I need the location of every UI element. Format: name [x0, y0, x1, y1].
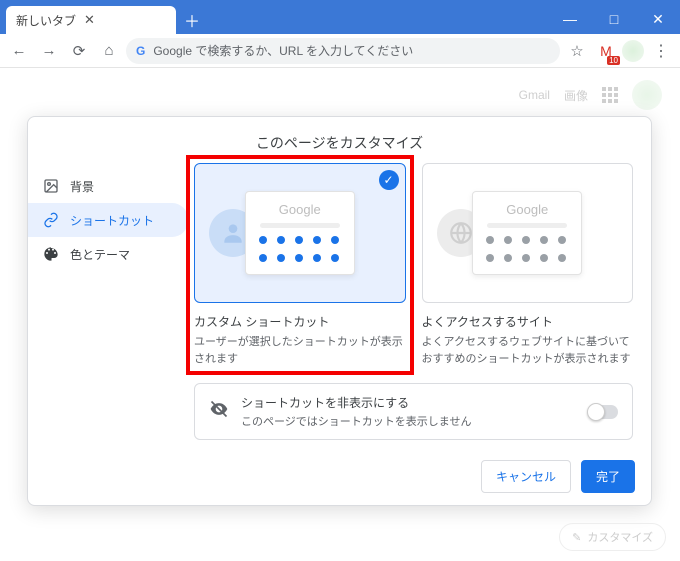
card-most-preview: Google — [422, 163, 634, 303]
card-custom-preview: ✓ Google — [194, 163, 406, 303]
apps-grid-icon[interactable] — [602, 87, 618, 103]
google-logo: Google — [254, 202, 346, 217]
browser-toolbar: ← → ⟳ ⌂ G Google で検索するか、URL を入力してください ☆ … — [0, 34, 680, 68]
hide-shortcuts-toggle[interactable] — [588, 405, 618, 419]
cancel-button[interactable]: キャンセル — [481, 460, 571, 493]
home-button[interactable]: ⌂ — [96, 38, 122, 64]
maximize-button[interactable]: □ — [592, 4, 636, 34]
close-window-button[interactable]: ✕ — [636, 4, 680, 34]
reload-button[interactable]: ⟳ — [66, 38, 92, 64]
mini-searchbar-grey — [487, 223, 567, 228]
sidebar-label-background: 背景 — [70, 178, 94, 195]
dialog-content: ✓ Google — [188, 163, 651, 448]
dialog-sidebar: 背景 ショートカット 色とテーマ — [28, 163, 188, 448]
card-custom-title: カスタム ショートカット — [194, 313, 406, 330]
card-most-title: よくアクセスするサイト — [422, 313, 634, 330]
omnibox-placeholder: Google で検索するか、URL を入力してください — [153, 42, 413, 59]
sidebar-item-shortcuts[interactable]: ショートカット — [28, 203, 188, 237]
bookmark-star-icon[interactable]: ☆ — [564, 38, 590, 64]
card-most-visited[interactable]: Google よくアクセスするサイト よくアクセスするウェブサイトに基づいておす… — [422, 163, 634, 367]
customize-fab-label: カスタマイズ — [587, 529, 653, 545]
mini-dots-grey — [481, 236, 573, 264]
google-logo-grey: Google — [481, 202, 573, 217]
new-tab-page: Gmail 画像 このページをカスタマイズ 背景 ショートカッ — [0, 68, 680, 561]
eye-off-icon — [209, 399, 229, 424]
close-tab-icon[interactable]: ✕ — [84, 12, 95, 28]
selected-check-icon: ✓ — [379, 170, 399, 190]
link-icon — [42, 211, 60, 229]
gmail-badge-count: 10 — [607, 56, 620, 65]
done-button[interactable]: 完了 — [581, 460, 635, 493]
minimize-button[interactable]: ― — [548, 4, 592, 34]
omnibox[interactable]: G Google で検索するか、URL を入力してください — [126, 38, 560, 64]
sidebar-item-background[interactable]: 背景 — [28, 169, 188, 203]
ntp-header: Gmail 画像 — [0, 68, 680, 122]
dialog-footer: キャンセル 完了 — [28, 448, 651, 505]
sidebar-item-theme[interactable]: 色とテーマ — [28, 237, 188, 271]
mini-searchbar — [260, 223, 340, 228]
sidebar-label-theme: 色とテーマ — [70, 246, 130, 263]
back-button[interactable]: ← — [6, 38, 32, 64]
window-titlebar: 新しいタブ ✕ ＋ ― □ ✕ — [0, 0, 680, 34]
gmail-extension-icon[interactable]: M 10 — [594, 39, 618, 63]
browser-tab[interactable]: 新しいタブ ✕ — [6, 6, 176, 34]
new-tab-button[interactable]: ＋ — [180, 8, 204, 32]
customize-fab[interactable]: ✎ カスタマイズ — [559, 523, 666, 551]
window-controls: ― □ ✕ — [548, 4, 680, 34]
card-most-desc: よくアクセスするウェブサイトに基づいておすすめのショートカットが表示されます — [422, 334, 634, 367]
hide-shortcuts-desc: このページではショートカットを表示しません — [241, 413, 576, 429]
palette-icon — [42, 245, 60, 263]
profile-avatar-icon[interactable] — [622, 40, 644, 62]
mini-ntp-preview-grey: Google — [472, 191, 582, 275]
account-avatar-icon[interactable] — [632, 80, 662, 110]
forward-button[interactable]: → — [36, 38, 62, 64]
pencil-icon: ✎ — [572, 531, 581, 544]
mini-ntp-preview: Google — [245, 191, 355, 275]
tab-title: 新しいタブ — [16, 12, 76, 29]
sidebar-label-shortcuts: ショートカット — [70, 212, 154, 229]
image-icon — [42, 177, 60, 195]
mini-dots-blue — [254, 236, 346, 264]
card-custom-desc: ユーザーが選択したショートカットが表示されます — [194, 334, 406, 367]
images-link[interactable]: 画像 — [564, 87, 588, 104]
customize-dialog: このページをカスタマイズ 背景 ショートカット — [27, 116, 652, 506]
gmail-link[interactable]: Gmail — [519, 88, 550, 102]
hide-shortcuts-title: ショートカットを非表示にする — [241, 394, 576, 411]
card-custom-shortcuts[interactable]: ✓ Google — [194, 163, 406, 367]
dialog-title: このページをカスタマイズ — [28, 117, 651, 163]
google-g-icon: G — [136, 44, 145, 58]
hide-shortcuts-row: ショートカットを非表示にする このページではショートカットを表示しません — [194, 383, 633, 440]
browser-menu-button[interactable]: ⋮ — [648, 38, 674, 64]
